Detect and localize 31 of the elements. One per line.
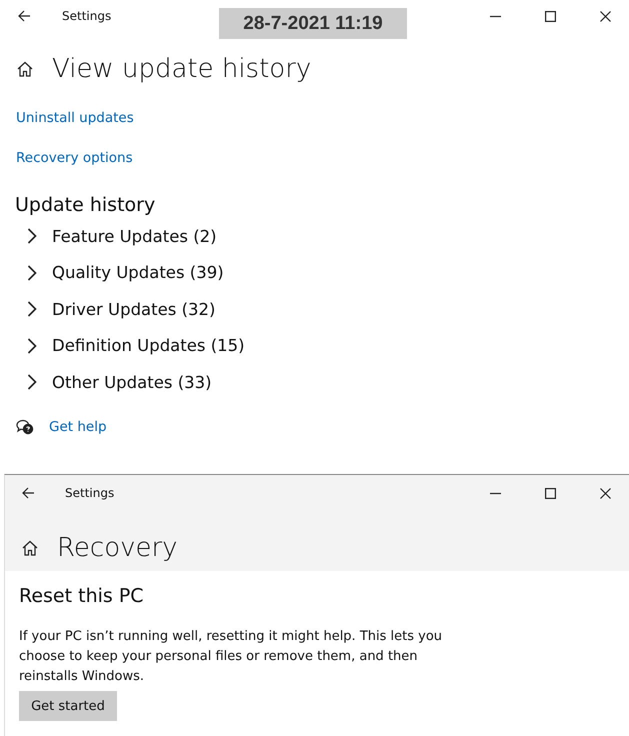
get-help-link[interactable]: Get help: [49, 416, 107, 436]
update-group[interactable]: Driver Updates (32): [27, 291, 216, 328]
update-group[interactable]: Quality Updates (39): [27, 254, 224, 291]
chevron-icon: [27, 301, 37, 318]
section-title: Reset this PC: [19, 584, 145, 609]
update-group[interactable]: Definition Updates (15): [27, 328, 245, 364]
chevron-icon: [27, 338, 37, 354]
link[interactable]: Uninstall updates: [16, 108, 134, 128]
description: If your PC isn’t running well, resetting it might help. This lets you choose to keep your personal files or remove them, and then reinstalls Windows.: [19, 628, 444, 686]
update-group[interactable]: Other Updates (33): [27, 364, 212, 400]
maximize-button[interactable]: [545, 488, 556, 498]
get-started-button[interactable]: Get started: [19, 691, 117, 721]
back-button[interactable]: [21, 487, 35, 499]
page-heading: Recovery: [57, 532, 178, 565]
link[interactable]: Recovery options: [16, 148, 133, 168]
close-button[interactable]: [600, 10, 611, 22]
chevron-icon: [27, 264, 37, 281]
timestamp: 28-7-2021 11:19: [219, 8, 407, 39]
section-title: Update history: [14, 193, 156, 218]
update-group[interactable]: Feature Updates (2): [27, 218, 217, 254]
home-icon[interactable]: [22, 540, 38, 556]
help-chat-icon: [16, 418, 34, 434]
chevron-icon: [27, 374, 37, 390]
page-heading: View update history: [52, 53, 312, 86]
maximize-button[interactable]: [545, 10, 556, 22]
window-title: Settings: [62, 9, 112, 23]
back-button[interactable]: [17, 10, 31, 22]
home-icon[interactable]: [17, 61, 33, 77]
close-button[interactable]: [600, 488, 611, 498]
chevron-icon: [27, 228, 37, 244]
window-title: Settings: [65, 486, 114, 500]
